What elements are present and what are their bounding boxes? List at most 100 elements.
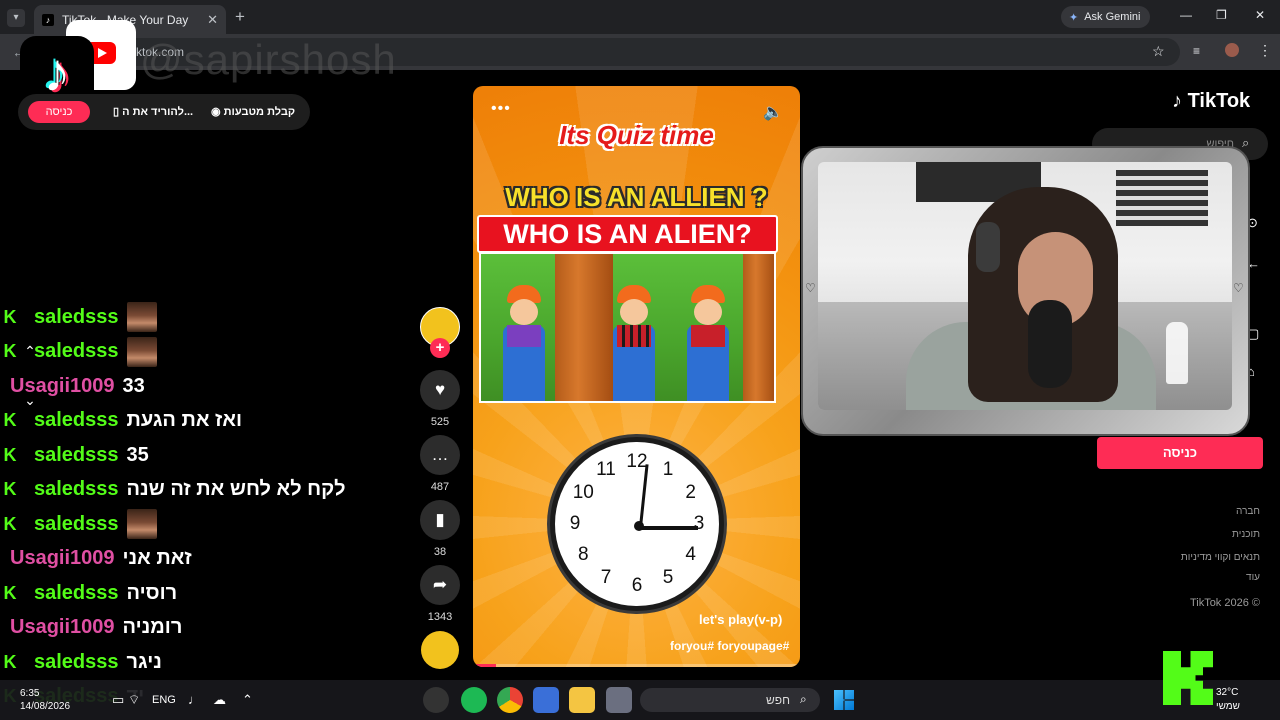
chat-emote xyxy=(126,302,157,332)
chat-username[interactable]: saledsss xyxy=(34,651,119,674)
chat-message: Ksaledsss לקח לא לחש את זה שנה xyxy=(0,473,346,507)
gemini-label: Ask Gemini xyxy=(1084,11,1141,23)
brand-label: TikTok xyxy=(1187,90,1251,112)
clock-date: 14/08/2026 xyxy=(20,701,71,712)
bookmark-icon[interactable]: ▮ xyxy=(420,500,460,540)
more-options-icon[interactable]: ••• xyxy=(491,100,511,118)
kick-platform-icon: K xyxy=(3,651,17,672)
clock-number: 12 xyxy=(626,451,648,472)
taskbar-search[interactable]: חפש xyxy=(640,688,820,712)
chat-username[interactable]: saledsss xyxy=(34,478,119,501)
battery-icon[interactable]: ▭ xyxy=(112,692,124,708)
water-bottle xyxy=(1166,322,1188,384)
bookmark-star-icon[interactable]: ☆ xyxy=(1152,43,1165,60)
tiktok-brand-logo[interactable]: ♪ TikTok xyxy=(1172,90,1250,113)
video-progress-bar[interactable] xyxy=(473,664,800,667)
maximize-button[interactable]: ❐ xyxy=(1216,8,1227,22)
tray-chevron-icon[interactable]: ⌃ xyxy=(242,692,253,708)
kick-platform-icon: K xyxy=(3,513,17,534)
chat-message: Ksaledsss 35 xyxy=(0,438,149,472)
comment-icon[interactable]: … xyxy=(420,435,460,475)
tab-search-icon[interactable]: ▾ xyxy=(7,9,25,27)
download-app-button[interactable]: ▯ להוריד את ה... xyxy=(113,105,193,118)
coins-label: קבלת מטבעות xyxy=(223,106,296,118)
get-coins-button[interactable]: ◉ קבלת מטבעות xyxy=(211,105,295,118)
download-label: להוריד את ה... xyxy=(122,106,194,118)
clock-number: 11 xyxy=(596,459,616,481)
chat-username[interactable]: Usagii1009 xyxy=(10,616,115,639)
chat-username[interactable]: saledsss xyxy=(34,409,119,432)
weather-label: שמשי xyxy=(1216,701,1240,712)
chat-text: רוסיה xyxy=(126,581,178,604)
chrome-app-icon[interactable] xyxy=(497,687,523,713)
taskbar-clock[interactable]: 6:35 14/08/2026 xyxy=(20,687,70,713)
obs-app-icon[interactable] xyxy=(423,687,449,713)
footer-link-terms[interactable]: תנאים וקווי מדיניות xyxy=(1181,552,1260,563)
clock-number: 4 xyxy=(685,544,696,565)
frame-heart-icon: ♡ xyxy=(1233,281,1244,295)
onedrive-icon[interactable]: ☁ xyxy=(213,692,226,708)
close-tab-icon[interactable]: ✕ xyxy=(207,12,218,28)
sound-icon[interactable]: 🔈 xyxy=(763,102,783,122)
chat-username[interactable]: saledsss xyxy=(34,513,119,536)
lumberjacks-illustration xyxy=(479,252,776,403)
kick-platform-icon: K xyxy=(3,479,17,499)
kick-platform-icon: K xyxy=(3,582,17,603)
chevron-down-icon[interactable]: ⌄ xyxy=(20,392,40,412)
chat-text: 33 xyxy=(122,374,145,397)
share-arrow-icon[interactable]: ➦ xyxy=(420,565,460,605)
search-icon[interactable]: ⌕ xyxy=(1242,135,1249,151)
file-explorer-icon[interactable] xyxy=(569,687,595,713)
task-view-icon[interactable] xyxy=(606,687,632,713)
webcam-feed xyxy=(818,162,1232,410)
footer-link-company[interactable]: חברה xyxy=(1236,506,1260,517)
profile-avatar[interactable] xyxy=(1225,43,1239,57)
microphone-icon[interactable]: ♩ xyxy=(188,692,201,707)
store-app-icon[interactable] xyxy=(533,687,559,713)
close-window-button[interactable]: ✕ xyxy=(1255,8,1265,22)
wifi-icon[interactable]: ⌔ xyxy=(128,692,140,708)
chat-emote xyxy=(126,509,157,539)
save-count: 38 xyxy=(433,546,447,558)
coin-icon: ◉ xyxy=(211,106,224,118)
chat-username[interactable]: saledsss xyxy=(34,444,119,467)
chat-username[interactable]: Usagii1009 xyxy=(10,547,115,570)
chat-text: זאת אני xyxy=(122,547,192,569)
video-player[interactable]: ••• 🔈 Its Quiz time WHO IS AN ALLIEN ? W… xyxy=(473,86,800,667)
media-control-icon[interactable]: ≡ xyxy=(1193,44,1200,58)
clock-number: 1 xyxy=(662,459,674,481)
weather-widget[interactable]: 32°C שמשי xyxy=(1216,686,1240,714)
analog-clock: 12 1 2 3 4 5 6 7 8 9 10 11 xyxy=(550,437,724,611)
streamer-handle: @sapirshosh xyxy=(140,36,397,83)
chat-message: Ksaledsss רוסיה xyxy=(0,576,178,610)
ask-gemini-button[interactable]: ✦ Ask Gemini xyxy=(1061,6,1151,28)
language-indicator[interactable]: ENG xyxy=(152,694,176,706)
new-tab-button[interactable]: + xyxy=(235,7,245,27)
frame-heart-icon: ♡ xyxy=(805,281,816,295)
chevron-up-icon[interactable]: ⌃ xyxy=(20,343,40,363)
search-icon: ⌕ xyxy=(800,692,807,706)
chat-emote xyxy=(126,336,157,367)
footer-link-more[interactable]: עוד xyxy=(1246,572,1260,583)
kick-platform-icon: K xyxy=(3,306,17,327)
login-small-button[interactable]: כניסה xyxy=(28,101,90,123)
browser-menu-icon[interactable]: ⋮ xyxy=(1258,42,1272,59)
login-button[interactable]: כניסה xyxy=(1097,437,1263,469)
chat-username[interactable]: saledsss xyxy=(34,340,119,363)
chat-text: 35 xyxy=(126,443,149,466)
spotify-app-icon[interactable] xyxy=(461,687,487,713)
minimize-button[interactable]: — xyxy=(1180,8,1192,22)
video-hashtags[interactable]: foryou# foryoupage# xyxy=(670,639,789,653)
chat-username[interactable]: saledsss xyxy=(34,306,119,329)
chat-username[interactable]: saledsss xyxy=(34,582,119,605)
chat-text: לקח לא לחש את זה שנה xyxy=(126,478,346,500)
copyright: TikTok 2026 © xyxy=(1189,597,1260,609)
chat-text: ניגר xyxy=(126,650,162,673)
chat-message: Ksaledsss xyxy=(0,507,157,541)
follow-button[interactable]: + xyxy=(430,338,450,358)
music-disc-avatar[interactable] xyxy=(421,631,459,669)
like-count: 525 xyxy=(430,416,450,428)
like-heart-icon[interactable]: ♥ xyxy=(420,370,460,410)
tiktok-icon: ♪ xyxy=(42,13,54,26)
footer-link-program[interactable]: תוכנית xyxy=(1232,529,1260,540)
